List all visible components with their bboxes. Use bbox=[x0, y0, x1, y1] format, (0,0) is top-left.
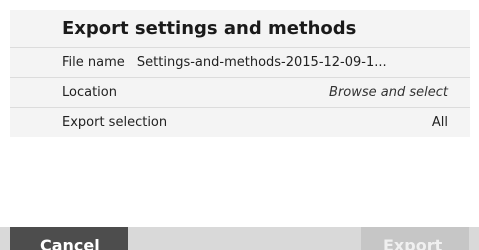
cancel-button[interactable]: Cancel bbox=[10, 227, 128, 250]
file-name-label: File name bbox=[62, 55, 125, 70]
export-selection-row[interactable]: Export selection All bbox=[10, 107, 470, 137]
panel-title: Export settings and methods bbox=[62, 18, 357, 39]
export-button[interactable]: Export bbox=[361, 227, 469, 250]
export-button-label: Export bbox=[383, 236, 443, 250]
export-selection-label: Export selection bbox=[62, 115, 168, 130]
export-selection-value[interactable]: All bbox=[432, 108, 448, 137]
location-label: Location bbox=[62, 85, 117, 100]
location-row[interactable]: Location Browse and select bbox=[10, 77, 470, 107]
cancel-button-label: Cancel bbox=[40, 236, 100, 250]
file-name-row[interactable]: File name Settings-and-methods-2015-12-0… bbox=[10, 47, 470, 77]
bottom-action-bar: Cancel Export bbox=[0, 227, 479, 250]
location-browse-link[interactable]: Browse and select bbox=[329, 78, 448, 107]
export-settings-panel: Export settings and methods File name Se… bbox=[10, 10, 470, 137]
file-name-value[interactable]: Settings-and-methods-2015-12-09-1... bbox=[137, 48, 387, 77]
